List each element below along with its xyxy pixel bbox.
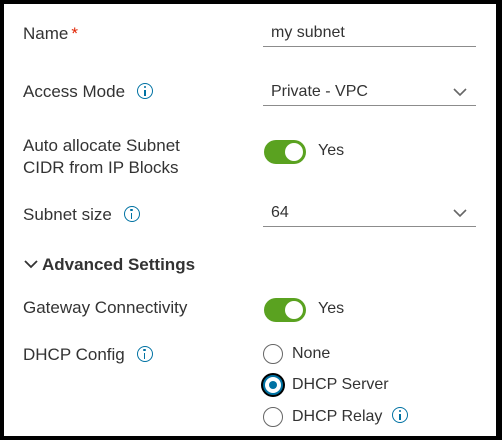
auto-allocate-label: Auto allocate Subnet CIDR from IP Blocks [23,136,180,177]
dhcp-none-radio[interactable] [263,344,283,364]
subnet-size-select[interactable]: 64 [263,201,476,227]
access-mode-label: Access Mode [23,81,154,103]
dhcp-server-radio[interactable] [263,375,283,395]
required-asterisk: * [71,24,78,43]
info-icon[interactable] [137,83,154,99]
subnet-size-label: Subnet size [23,204,140,226]
dhcp-relay-radio[interactable] [263,407,283,427]
gateway-connectivity-label: Gateway Connectivity [23,298,188,317]
gateway-connectivity-toggle[interactable] [264,298,306,322]
info-icon[interactable] [136,346,153,362]
chevron-down-icon [453,88,467,97]
name-input[interactable]: my subnet [263,21,476,47]
dhcp-relay-label: DHCP Relay [292,406,409,428]
advanced-settings-toggle[interactable]: Advanced Settings [24,254,195,276]
gateway-toggle-text: Yes [318,300,345,317]
access-mode-select[interactable]: Private - VPC [263,80,476,106]
name-label: Name * [23,24,78,43]
dhcp-server-label: DHCP Server [292,376,389,393]
toggle-knob [285,301,303,319]
info-icon[interactable] [392,407,409,423]
auto-allocate-toggle-text: Yes [318,142,345,159]
chevron-down-icon [453,209,467,218]
chevron-down-icon [24,260,38,269]
dhcp-config-label: DHCP Config [23,344,153,366]
auto-allocate-toggle[interactable] [264,140,306,164]
subnet-form: Name * my subnet Access Mode Private - VP… [3,3,497,437]
toggle-knob [285,143,303,161]
dhcp-none-label: None [292,345,331,362]
info-icon[interactable] [123,206,140,222]
